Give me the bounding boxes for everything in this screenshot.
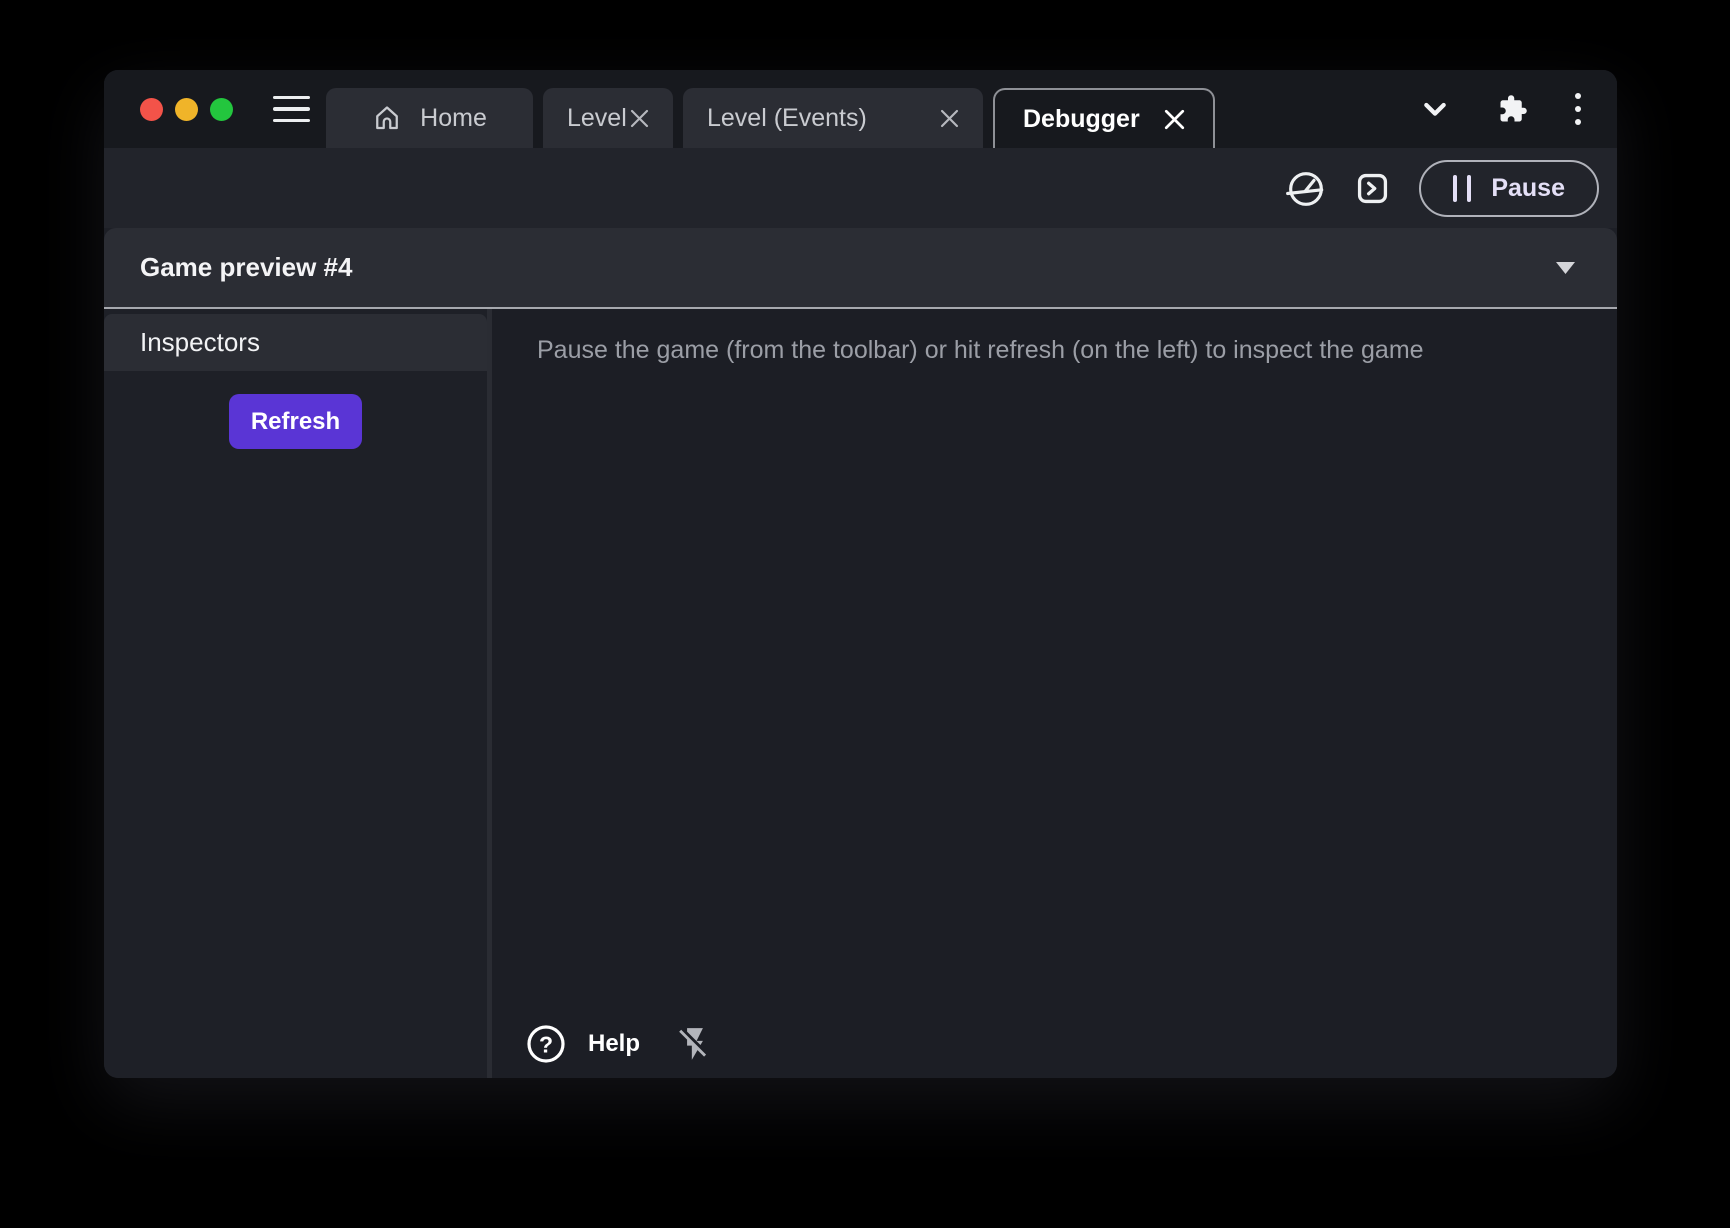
empty-area [492, 365, 1617, 1024]
debugger-toolbar: Pause [104, 148, 1617, 228]
pause-icon [1453, 175, 1471, 202]
close-icon[interactable] [940, 109, 959, 128]
close-icon[interactable] [630, 109, 649, 128]
inspectors-header-label: Inspectors [140, 327, 260, 358]
minimize-window-button[interactable] [175, 98, 198, 121]
console-icon[interactable] [1356, 172, 1389, 205]
kebab-menu-icon[interactable] [1575, 93, 1581, 125]
tab-label: Home [420, 104, 487, 133]
debugger-body: Inspectors Refresh Pause the game (from … [104, 309, 1617, 1078]
inspectors-header: Inspectors [104, 314, 487, 371]
tab-home[interactable]: Home [326, 88, 533, 148]
zoom-window-button[interactable] [210, 98, 233, 121]
titlebar-right-actions [1419, 93, 1617, 125]
inspector-hint-message: Pause the game (from the toolbar) or hit… [492, 309, 1617, 365]
tab-strip: Home Level Level (Events) [326, 88, 1215, 148]
triangle-down-icon[interactable] [1556, 262, 1575, 274]
footer-actions: ? Help [492, 1024, 1617, 1078]
chevron-down-icon[interactable] [1419, 93, 1451, 125]
pause-button-label: Pause [1491, 174, 1565, 203]
close-window-button[interactable] [140, 98, 163, 121]
tab-level-events[interactable]: Level (Events) [683, 88, 983, 148]
tab-debugger[interactable]: Debugger [993, 88, 1215, 148]
help-button-label: Help [588, 1030, 640, 1058]
tab-label: Level [567, 104, 627, 133]
close-icon[interactable] [1164, 109, 1185, 130]
window-controls [140, 98, 233, 121]
pause-button[interactable]: Pause [1419, 160, 1599, 217]
inspectors-sidebar: Inspectors Refresh [104, 309, 487, 1078]
game-preview-header[interactable]: Game preview #4 [104, 228, 1617, 309]
extensions-puzzle-icon[interactable] [1498, 94, 1528, 124]
hamburger-menu-icon[interactable] [273, 96, 310, 123]
question-mark-glyph: ? [539, 1032, 553, 1058]
titlebar: Home Level Level (Events) [104, 70, 1617, 148]
game-preview-title: Game preview #4 [140, 252, 352, 283]
flash-off-icon[interactable] [676, 1025, 714, 1063]
profiler-gauge-icon[interactable] [1286, 168, 1326, 208]
help-button[interactable]: ? Help [526, 1024, 640, 1064]
tab-level[interactable]: Level [543, 88, 673, 148]
tab-label: Level (Events) [707, 104, 867, 133]
home-icon [372, 103, 402, 133]
app-window: Home Level Level (Events) [104, 70, 1617, 1078]
refresh-button[interactable]: Refresh [229, 394, 362, 449]
help-circle-icon: ? [526, 1024, 566, 1064]
tab-label: Debugger [1023, 105, 1140, 134]
inspector-content-panel: Pause the game (from the toolbar) or hit… [492, 309, 1617, 1078]
